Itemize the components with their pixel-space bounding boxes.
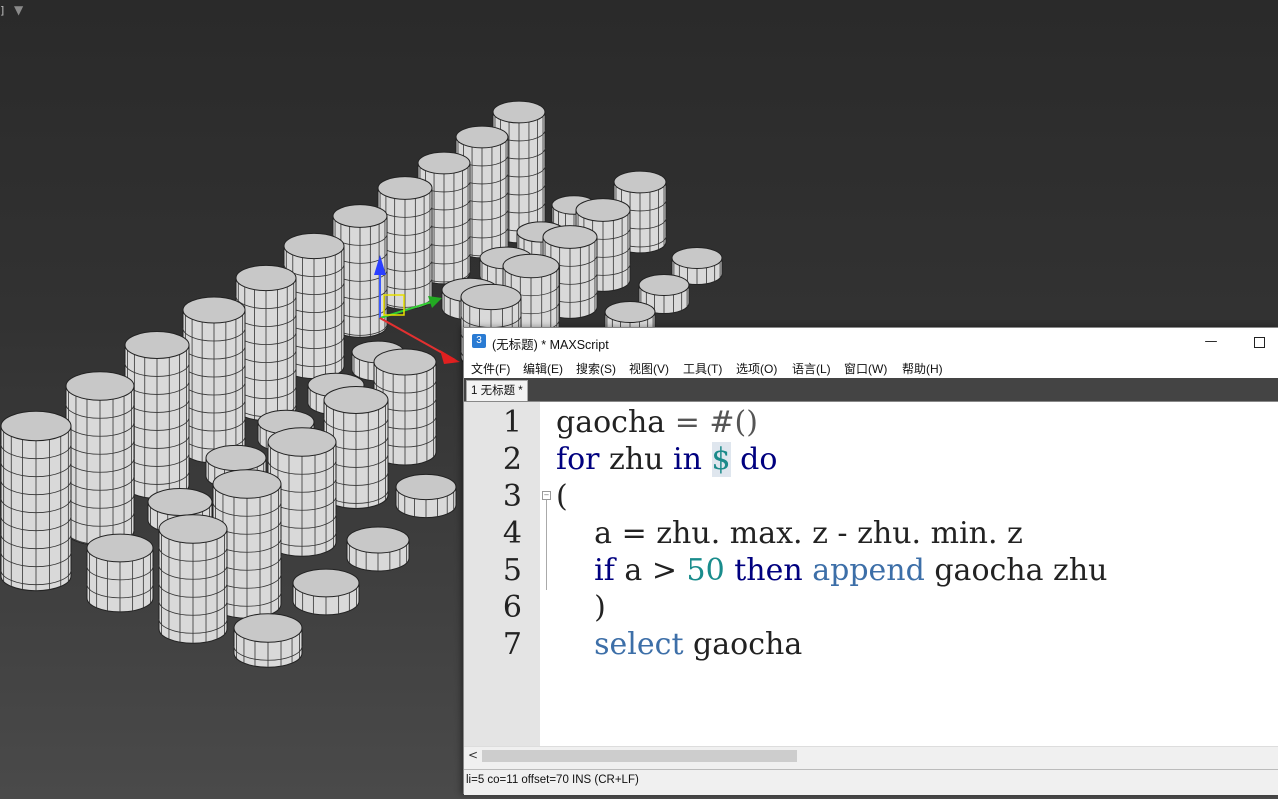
fold-guide [546, 500, 547, 590]
menu-tools[interactable]: 工具(T) [683, 360, 722, 377]
menu-options[interactable]: 选项(O) [736, 360, 777, 377]
line-number: 4 [502, 516, 522, 551]
line-number: 2 [502, 442, 522, 477]
window-title: (无标题) * MAXScript [492, 338, 609, 352]
fold-toggle-icon[interactable]: − [542, 491, 551, 500]
code-line-2[interactable]: for zhu in $ do [556, 441, 777, 478]
code-editor[interactable]: 1 2 3 4 5 6 7 − gaocha = #() for zhu in … [464, 401, 1278, 747]
menu-language[interactable]: 语言(L) [792, 360, 831, 377]
cylinder-object[interactable] [346, 526, 410, 572]
tab-bar: 1 无标题 * [464, 378, 1278, 401]
keyword-do: do [740, 442, 778, 477]
menu-help[interactable]: 帮助(H) [902, 360, 943, 377]
selection-token: $ [711, 442, 731, 477]
number-literal: 50 [686, 553, 725, 588]
viewport-label[interactable]: ] [0, 4, 4, 17]
maximize-button[interactable] [1244, 332, 1274, 352]
line-number-gutter: 1 2 3 4 5 6 7 [464, 402, 540, 747]
function-append: append [812, 553, 925, 588]
horizontal-scrollbar[interactable]: < [464, 746, 1278, 765]
keyword-then: then [734, 553, 803, 588]
status-bar: li=5 co=11 offset=70 INS (CR+LF) [464, 769, 1278, 795]
cylinder-object[interactable] [292, 568, 360, 616]
line-number: 5 [502, 553, 522, 588]
code-line-5[interactable]: if a > 50 then append gaocha zhu [556, 552, 1108, 589]
arguments: gaocha [683, 627, 803, 662]
cylinder-object[interactable] [182, 296, 246, 464]
maxscript-editor-window: 3 (无标题) * MAXScript — 文件(F) 编辑(E) 搜索(S) … [463, 327, 1278, 795]
code-line-6[interactable]: ) [556, 589, 606, 626]
cylinder-object[interactable] [0, 410, 72, 592]
menu-bar: 文件(F) 编辑(E) 搜索(S) 视图(V) 工具(T) 选项(O) 语言(L… [464, 356, 1278, 378]
menu-view[interactable]: 视图(V) [629, 360, 669, 377]
cylinder-object[interactable] [395, 473, 457, 519]
line-number: 6 [502, 590, 522, 625]
scroll-left-icon[interactable]: < [468, 748, 478, 762]
code-line-1[interactable]: gaocha = #() [556, 404, 758, 441]
keyword-in: in [673, 442, 702, 477]
identifier: zhu [599, 442, 674, 477]
code-line-4[interactable]: a = zhu. max. z - zhu. min. z [556, 515, 1023, 552]
code-line-7[interactable]: select gaocha [556, 626, 802, 663]
function-select: select [594, 627, 684, 662]
line-number: 7 [502, 627, 522, 662]
line-number: 3 [502, 479, 522, 514]
expression: a > [614, 553, 687, 588]
app-icon: 3 [472, 334, 486, 348]
operator: = [665, 405, 710, 440]
maximize-icon [1253, 337, 1265, 348]
cylinder-object[interactable] [65, 371, 135, 546]
tab-untitled[interactable]: 1 无标题 * [466, 380, 528, 401]
status-text: li=5 co=11 offset=70 INS (CR+LF) [466, 774, 639, 786]
keyword-for: for [556, 442, 600, 477]
filter-icon[interactable]: ▼ [14, 3, 23, 17]
keyword-if: if [594, 553, 615, 588]
cylinder-object[interactable] [158, 514, 228, 644]
menu-edit[interactable]: 编辑(E) [523, 360, 563, 377]
menu-search[interactable]: 搜索(S) [576, 360, 616, 377]
menu-window[interactable]: 窗口(W) [844, 360, 887, 377]
array-literal: #() [709, 405, 758, 440]
cylinder-object[interactable] [124, 331, 190, 499]
identifier: gaocha [556, 405, 666, 440]
line-number: 1 [502, 405, 522, 440]
arguments: gaocha zhu [924, 553, 1108, 588]
title-bar[interactable]: 3 (无标题) * MAXScript — [464, 328, 1278, 356]
scroll-thumb[interactable] [482, 750, 797, 762]
menu-file[interactable]: 文件(F) [471, 360, 510, 377]
cylinder-object[interactable] [233, 613, 303, 668]
minimize-button[interactable]: — [1196, 332, 1226, 352]
fold-margin[interactable] [540, 402, 550, 747]
code-line-3[interactable]: ( [556, 478, 568, 515]
cylinder-object[interactable] [86, 533, 154, 613]
